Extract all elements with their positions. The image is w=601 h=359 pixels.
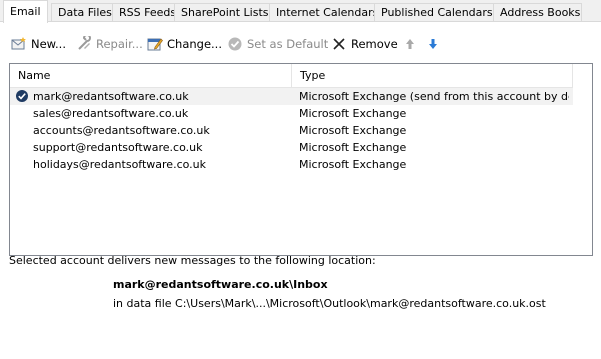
account-settings-window: Email Data Files RSS Feeds SharePoint Li… bbox=[0, 0, 601, 359]
account-type: Microsoft Exchange bbox=[299, 124, 407, 137]
remove-button[interactable]: Remove bbox=[331, 32, 398, 56]
arrow-up-icon bbox=[402, 36, 418, 52]
move-down-button[interactable] bbox=[425, 32, 445, 56]
column-header-name[interactable]: Name bbox=[10, 64, 292, 88]
table-row[interactable]: accounts@redantsoftware.co.uk Microsoft … bbox=[10, 122, 573, 139]
change-button[interactable]: Change... bbox=[147, 32, 222, 56]
account-name: accounts@redantsoftware.co.uk bbox=[33, 124, 210, 137]
column-header-type[interactable]: Type bbox=[292, 64, 573, 88]
set-as-default-button[interactable]: Set as Default bbox=[227, 32, 328, 56]
account-toolbar: New... Repair... Change... Set as Defaul… bbox=[0, 32, 600, 56]
account-name: support@redantsoftware.co.uk bbox=[33, 141, 203, 154]
tab-data-files[interactable]: Data Files bbox=[51, 3, 113, 22]
account-name: holidays@redantsoftware.co.uk bbox=[33, 158, 206, 171]
account-type: Microsoft Exchange bbox=[299, 107, 407, 120]
tab-internet-calendars[interactable]: Internet Calendars bbox=[269, 3, 375, 22]
table-row[interactable]: holidays@redantsoftware.co.uk Microsoft … bbox=[10, 156, 573, 173]
tab-rss-feeds[interactable]: RSS Feeds bbox=[112, 3, 175, 22]
move-up-button[interactable] bbox=[402, 32, 422, 56]
email-tab-panel: New... Repair... Change... Set as Defaul… bbox=[0, 21, 601, 359]
tab-email[interactable]: Email bbox=[3, 0, 48, 23]
list-header: Name Type bbox=[10, 64, 573, 88]
tab-address-books[interactable]: Address Books bbox=[493, 3, 582, 22]
tab-strip: Email Data Files RSS Feeds SharePoint Li… bbox=[0, 0, 601, 23]
table-row[interactable]: mark@redantsoftware.co.uk Microsoft Exch… bbox=[10, 88, 573, 105]
check-circle-icon bbox=[227, 36, 243, 52]
delivery-description: Selected account delivers new messages t… bbox=[9, 254, 376, 267]
default-account-check-icon bbox=[15, 89, 29, 103]
account-type: Microsoft Exchange bbox=[299, 141, 407, 154]
account-rows: mark@redantsoftware.co.uk Microsoft Exch… bbox=[10, 88, 573, 173]
account-name: sales@redantsoftware.co.uk bbox=[33, 107, 189, 120]
repair-button[interactable]: Repair... bbox=[76, 32, 143, 56]
change-account-icon bbox=[147, 36, 163, 52]
account-type: Microsoft Exchange (send from this accou… bbox=[299, 90, 569, 103]
new-button[interactable]: New... bbox=[11, 32, 66, 56]
delivery-location: mark@redantsoftware.co.uk\Inbox bbox=[113, 278, 328, 291]
table-row[interactable]: sales@redantsoftware.co.uk Microsoft Exc… bbox=[10, 105, 573, 122]
account-name: mark@redantsoftware.co.uk bbox=[33, 90, 189, 103]
account-list[interactable]: Name Type mark@redantsoftware.co.uk Micr… bbox=[9, 63, 593, 256]
repair-wrench-icon bbox=[76, 34, 92, 52]
remove-x-icon bbox=[331, 36, 347, 52]
delivery-data-file: in data file C:\Users\Mark\...\Microsoft… bbox=[113, 297, 546, 310]
account-type: Microsoft Exchange bbox=[299, 158, 407, 171]
new-mail-icon bbox=[11, 36, 27, 52]
table-row[interactable]: support@redantsoftware.co.uk Microsoft E… bbox=[10, 139, 573, 156]
tab-sharepoint-lists[interactable]: SharePoint Lists bbox=[174, 3, 270, 22]
tab-published-calendars[interactable]: Published Calendars bbox=[374, 3, 494, 22]
arrow-down-icon bbox=[425, 36, 441, 52]
